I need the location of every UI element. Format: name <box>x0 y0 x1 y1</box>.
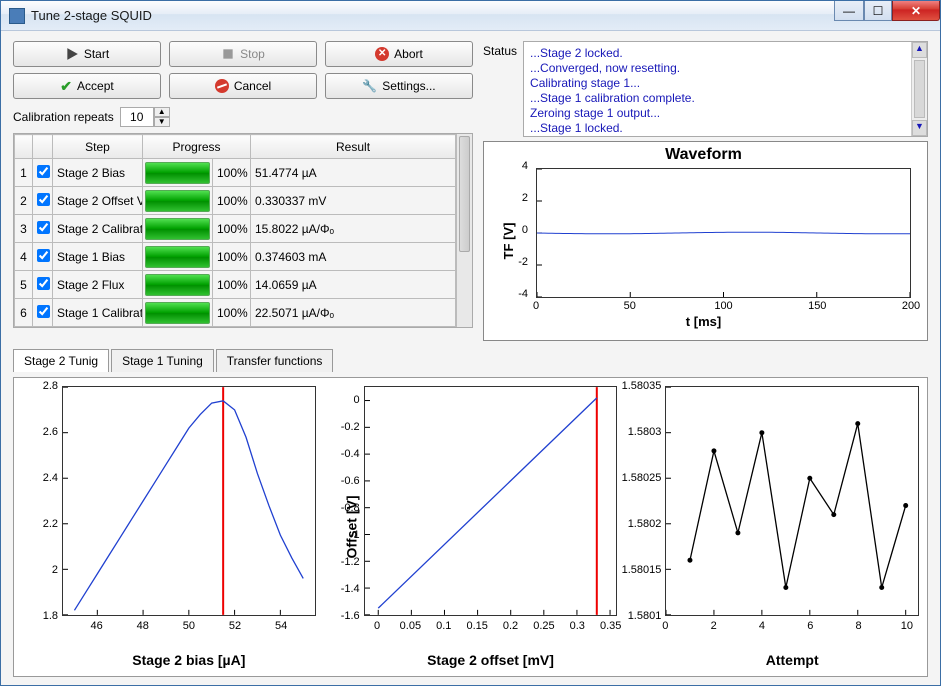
progress-bar <box>145 218 210 240</box>
col-result[interactable]: Result <box>251 135 456 159</box>
progress-bar <box>145 190 210 212</box>
table-row[interactable]: 3 Stage 2 Calibrat 100% 15.8022 µA/Φₒ <box>15 215 456 243</box>
settings-button[interactable]: 🔧 Settings... <box>325 73 473 99</box>
attempt-chart: Calibration [V/Φₒ] 1.58011.580151.58021.… <box>625 386 919 668</box>
accept-button[interactable]: ✔ Accept <box>13 73 161 99</box>
row-checkbox[interactable] <box>37 249 50 262</box>
play-icon <box>65 47 79 61</box>
app-icon <box>9 8 25 24</box>
minimize-button[interactable]: — <box>834 1 864 21</box>
steps-table: Step Progress Result 1 Stage 2 Bias 100%… <box>14 134 456 327</box>
status-log[interactable]: ...Stage 2 locked....Converged, now rese… <box>523 41 928 137</box>
cancel-button[interactable]: Cancel <box>169 73 317 99</box>
col-progress[interactable]: Progress <box>143 135 251 159</box>
wrench-icon: 🔧 <box>362 79 377 93</box>
close-button[interactable]: ✕ <box>892 1 940 21</box>
app-window: Tune 2-stage SQUID — ☐ ✕ Start Stop <box>0 0 941 686</box>
status-label: Status <box>483 41 517 137</box>
calib-repeats-spinner[interactable]: ▲ ▼ <box>120 107 170 127</box>
stop-button[interactable]: Stop <box>169 41 317 67</box>
waveform-chart: Waveform TF [V] -4-2024 050100150200 t [… <box>483 141 928 341</box>
progress-bar <box>145 274 210 296</box>
progress-bar <box>145 302 210 324</box>
table-row[interactable]: 2 Stage 2 Offset V 100% 0.330337 mV <box>15 187 456 215</box>
col-step[interactable]: Step <box>53 135 143 159</box>
table-row[interactable]: 5 Stage 2 Flux 100% 14.0659 µA <box>15 271 456 299</box>
start-button[interactable]: Start <box>13 41 161 67</box>
spinner-up[interactable]: ▲ <box>154 107 170 117</box>
maximize-button[interactable]: ☐ <box>864 1 892 21</box>
progress-bar <box>145 162 210 184</box>
calib-repeats-input[interactable] <box>120 107 154 127</box>
cancel-icon <box>215 79 229 93</box>
row-checkbox[interactable] <box>37 305 50 318</box>
tab-stage2-tuning[interactable]: Stage 2 Tunig <box>13 349 109 372</box>
waveform-xlabel: t [ms] <box>488 314 919 329</box>
table-row[interactable]: 1 Stage 2 Bias 100% 51.4774 µA <box>15 159 456 187</box>
abort-button[interactable]: ✕ Abort <box>325 41 473 67</box>
row-checkbox[interactable] <box>37 277 50 290</box>
table-row[interactable]: 6 Stage 1 Calibrat 100% 22.5071 µA/Φₒ <box>15 299 456 327</box>
abort-icon: ✕ <box>375 47 389 61</box>
table-scrollbar[interactable] <box>456 134 472 327</box>
calib-repeats-label: Calibration repeats <box>13 110 114 124</box>
progress-bar <box>145 246 210 268</box>
tab-transfer-functions[interactable]: Transfer functions <box>216 349 334 372</box>
status-scrollbar[interactable]: ▲▼ <box>911 42 927 136</box>
offset-chart: Offset [V] -1.6-1.4-1.2-1-0.8-0.6-0.4-0.… <box>324 386 618 668</box>
titlebar[interactable]: Tune 2-stage SQUID — ☐ ✕ <box>1 1 940 31</box>
row-checkbox[interactable] <box>37 193 50 206</box>
bias-chart: TF amplitude [V] 1.822.22.42.62.8 464850… <box>22 386 316 668</box>
check-icon: ✔ <box>60 78 72 95</box>
waveform-title: Waveform <box>488 146 919 164</box>
tabs: Stage 2 Tunig Stage 1 Tuning Transfer fu… <box>13 349 928 372</box>
tuning-charts: TF amplitude [V] 1.822.22.42.62.8 464850… <box>13 377 928 677</box>
stop-icon <box>221 47 235 61</box>
window-title: Tune 2-stage SQUID <box>31 8 834 23</box>
table-row[interactable]: 4 Stage 1 Bias 100% 0.374603 mA <box>15 243 456 271</box>
row-checkbox[interactable] <box>37 221 50 234</box>
spinner-down[interactable]: ▼ <box>154 117 170 127</box>
row-checkbox[interactable] <box>37 165 50 178</box>
tab-stage1-tuning[interactable]: Stage 1 Tuning <box>111 349 214 372</box>
